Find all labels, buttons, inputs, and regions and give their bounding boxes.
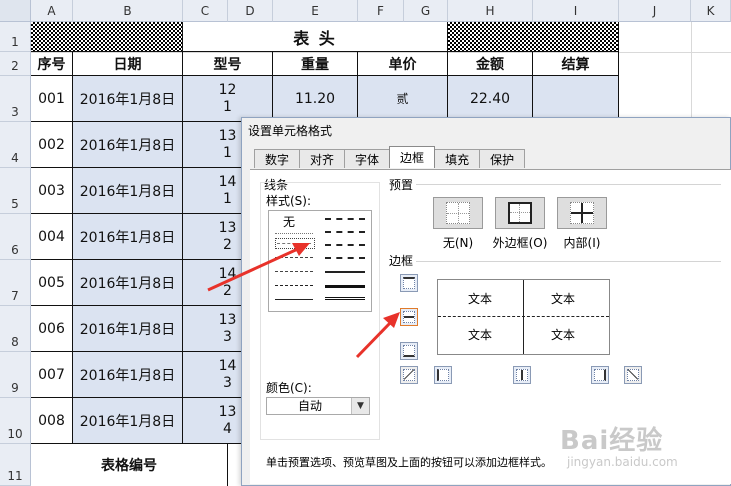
- annotation-arrows: [207, 243, 400, 359]
- watermark-url: jingyan.baidu.com: [567, 455, 678, 469]
- arrow-icon: [207, 243, 310, 292]
- arrow-icon: [355, 312, 400, 359]
- tab-border[interactable]: 边框: [389, 146, 436, 168]
- watermark-logo: Bai经验: [560, 426, 664, 456]
